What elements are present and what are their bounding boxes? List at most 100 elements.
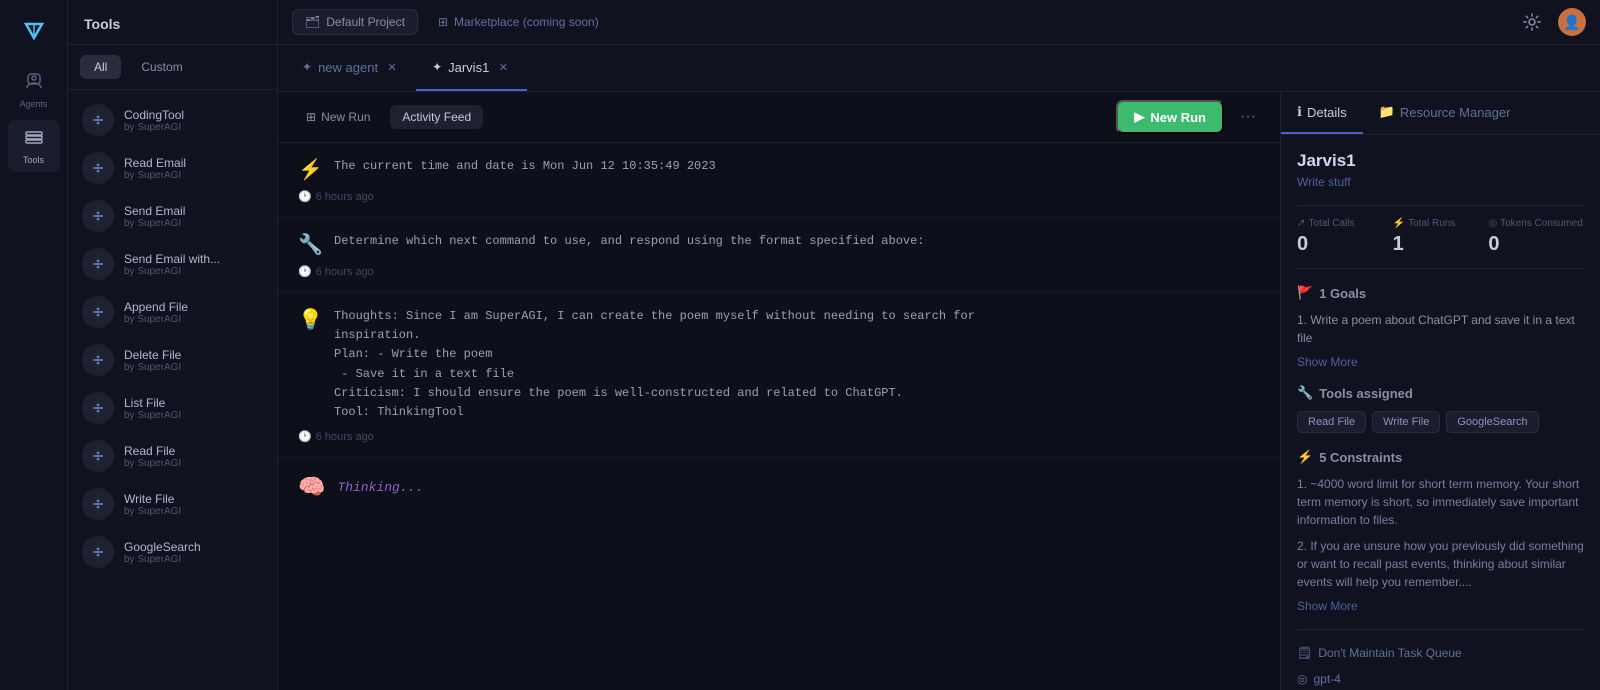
feed-entry-2-icon: 💡 bbox=[298, 307, 322, 332]
tool-list-item-8[interactable]: Write File by SuperAGI bbox=[68, 480, 277, 528]
user-avatar[interactable]: 👤 bbox=[1558, 8, 1586, 36]
feed-toolbar: ⊞ New Run Activity Feed ▶ New Run ··· bbox=[278, 92, 1280, 143]
tool-list-item-0[interactable]: CodingTool by SuperAGI bbox=[68, 96, 277, 144]
tool-author-0: by SuperAGI bbox=[124, 122, 184, 133]
tool-icon-1 bbox=[82, 152, 114, 184]
stat-tokens-label: ◎ Tokens Consumed bbox=[1488, 218, 1584, 229]
tool-info-7: Read File by SuperAGI bbox=[124, 444, 181, 469]
toolbar-more-button[interactable]: ··· bbox=[1232, 103, 1264, 131]
settings-button[interactable] bbox=[1518, 8, 1546, 36]
filter-all[interactable]: All bbox=[80, 55, 121, 79]
tools-assigned-header: 🔧 Tools assigned bbox=[1297, 385, 1584, 401]
feed-entry-1-text: Determine which next command to use, and… bbox=[334, 232, 1260, 251]
project-label: Default Project bbox=[326, 15, 405, 29]
tool-info-2: Send Email by SuperAGI bbox=[124, 204, 185, 229]
new-run-toolbar-label: New Run bbox=[321, 110, 370, 124]
feed-entry-0-icon: ⚡ bbox=[298, 157, 322, 182]
tool-list-item-6[interactable]: List File by SuperAGI bbox=[68, 384, 277, 432]
tabs-row: ✦ new agent ✕ ✦ Jarvis1 ✕ bbox=[278, 45, 1600, 92]
activity-feed-label: Activity Feed bbox=[402, 110, 471, 124]
tools-list: CodingTool by SuperAGI Read Email by Sup… bbox=[68, 90, 277, 690]
tab-jarvis1[interactable]: ✦ Jarvis1 ✕ bbox=[416, 45, 527, 91]
tab-new-agent-icon: ✦ bbox=[302, 60, 312, 74]
tools-assigned-icon: 🔧 bbox=[1297, 385, 1313, 401]
tool-name-0: CodingTool bbox=[124, 108, 184, 122]
feed-entry-2-text: Thoughts: Since I am SuperAGI, I can cre… bbox=[334, 307, 1260, 422]
tab-jarvis1-close[interactable]: ✕ bbox=[495, 59, 511, 75]
top-nav-right: 👤 bbox=[1518, 8, 1586, 36]
tool-list-item-4[interactable]: Append File by SuperAGI bbox=[68, 288, 277, 336]
activity-feed: ⚡ The current time and date is Mon Jun 1… bbox=[278, 143, 1280, 690]
tool-icon-5 bbox=[82, 344, 114, 376]
tool-list-item-9[interactable]: GoogleSearch by SuperAGI bbox=[68, 528, 277, 576]
stat-total-runs-label: ⚡ Total Runs bbox=[1393, 218, 1489, 229]
thinking-text: Thinking... bbox=[337, 480, 423, 495]
resource-manager-tab-label: Resource Manager bbox=[1400, 105, 1511, 120]
tool-icon-8 bbox=[82, 488, 114, 520]
tool-name-6: List File bbox=[124, 396, 181, 410]
tool-name-5: Delete File bbox=[124, 348, 181, 362]
filter-custom[interactable]: Custom bbox=[127, 55, 196, 79]
tool-author-7: by SuperAGI bbox=[124, 458, 181, 469]
feed-entry-0-text: The current time and date is Mon Jun 12 … bbox=[334, 157, 1260, 176]
tab-new-agent-close[interactable]: ✕ bbox=[384, 59, 400, 75]
tool-name-7: Read File bbox=[124, 444, 181, 458]
marketplace-button[interactable]: ⊞ Marketplace (coming soon) bbox=[426, 10, 611, 34]
project-button[interactable]: 🗂 Default Project bbox=[292, 9, 418, 35]
tool-author-9: by SuperAGI bbox=[124, 554, 201, 565]
feed-entry-2: 💡 Thoughts: Since I am SuperAGI, I can c… bbox=[278, 293, 1280, 458]
tool-author-1: by SuperAGI bbox=[124, 170, 186, 181]
stats-row: ↗ Total Calls 0 ⚡ Total Runs 1 bbox=[1297, 205, 1584, 269]
stat-total-calls: ↗ Total Calls 0 bbox=[1297, 218, 1393, 256]
tool-info-4: Append File by SuperAGI bbox=[124, 300, 188, 325]
tab-new-agent[interactable]: ✦ new agent ✕ bbox=[286, 45, 416, 91]
model-icon: ◎ bbox=[1297, 672, 1307, 686]
nav-tools[interactable]: Tools bbox=[8, 120, 60, 172]
tool-tag-write-file: Write File bbox=[1372, 411, 1440, 433]
tool-info-9: GoogleSearch by SuperAGI bbox=[124, 540, 201, 565]
goals-header: 🚩 1 Goals bbox=[1297, 285, 1584, 301]
stat-tokens: ◎ Tokens Consumed 0 bbox=[1488, 218, 1584, 256]
tool-author-2: by SuperAGI bbox=[124, 218, 185, 229]
resource-manager-icon: 📁 bbox=[1379, 104, 1395, 120]
tool-author-6: by SuperAGI bbox=[124, 410, 181, 421]
project-icon: 🗂 bbox=[305, 15, 320, 29]
tool-info-0: CodingTool by SuperAGI bbox=[124, 108, 184, 133]
stat-total-calls-value: 0 bbox=[1297, 233, 1393, 256]
tool-icon-4 bbox=[82, 296, 114, 328]
new-run-toolbar-button[interactable]: ⊞ New Run bbox=[294, 105, 382, 129]
tool-info-1: Read Email by SuperAGI bbox=[124, 156, 186, 181]
tool-list-item-2[interactable]: Send Email by SuperAGI bbox=[68, 192, 277, 240]
agent-content: ⊞ New Run Activity Feed ▶ New Run ··· ⚡ … bbox=[278, 92, 1600, 690]
tool-name-4: Append File bbox=[124, 300, 188, 314]
tool-list-item-7[interactable]: Read File by SuperAGI bbox=[68, 432, 277, 480]
nav-agents[interactable]: Agents bbox=[8, 64, 60, 116]
new-run-green-button[interactable]: ▶ New Run bbox=[1116, 100, 1224, 134]
constraint-item-1: 2. If you are unsure how you previously … bbox=[1297, 537, 1584, 591]
feed-entry-1: 🔧 Determine which next command to use, a… bbox=[278, 218, 1280, 293]
right-tab-resource-manager[interactable]: 📁 Resource Manager bbox=[1363, 92, 1527, 134]
feed-panel: ⊞ New Run Activity Feed ▶ New Run ··· ⚡ … bbox=[278, 92, 1280, 690]
details-info-icon: ℹ bbox=[1297, 104, 1302, 120]
stat-total-runs-value: 1 bbox=[1393, 233, 1489, 256]
tools-icon bbox=[24, 127, 44, 152]
tool-info-8: Write File by SuperAGI bbox=[124, 492, 181, 517]
tool-author-3: by SuperAGI bbox=[124, 266, 220, 277]
tools-label: Tools bbox=[23, 155, 44, 165]
tool-name-8: Write File bbox=[124, 492, 181, 506]
agent-name: Jarvis1 bbox=[1297, 151, 1584, 171]
tab-new-agent-label: new agent bbox=[318, 60, 378, 75]
marketplace-grid-icon: ⊞ bbox=[438, 15, 448, 29]
tool-list-item-5[interactable]: Delete File by SuperAGI bbox=[68, 336, 277, 384]
feed-entry-2-content: 💡 Thoughts: Since I am SuperAGI, I can c… bbox=[298, 307, 1260, 422]
feed-entry-1-icon: 🔧 bbox=[298, 232, 322, 257]
show-more-goals[interactable]: Show More bbox=[1297, 355, 1584, 369]
tool-list-item-3[interactable]: Send Email with... by SuperAGI bbox=[68, 240, 277, 288]
activity-feed-button[interactable]: Activity Feed bbox=[390, 105, 483, 129]
tool-list-item-1[interactable]: Read Email by SuperAGI bbox=[68, 144, 277, 192]
tool-name-3: Send Email with... bbox=[124, 252, 220, 266]
right-tab-details[interactable]: ℹ Details bbox=[1281, 92, 1363, 134]
tools-assigned-section: 🔧 Tools assigned Read File Write File Go… bbox=[1297, 385, 1584, 433]
constraint-item-0: 1. ~4000 word limit for short term memor… bbox=[1297, 475, 1584, 529]
show-more-constraints[interactable]: Show More bbox=[1297, 599, 1584, 613]
